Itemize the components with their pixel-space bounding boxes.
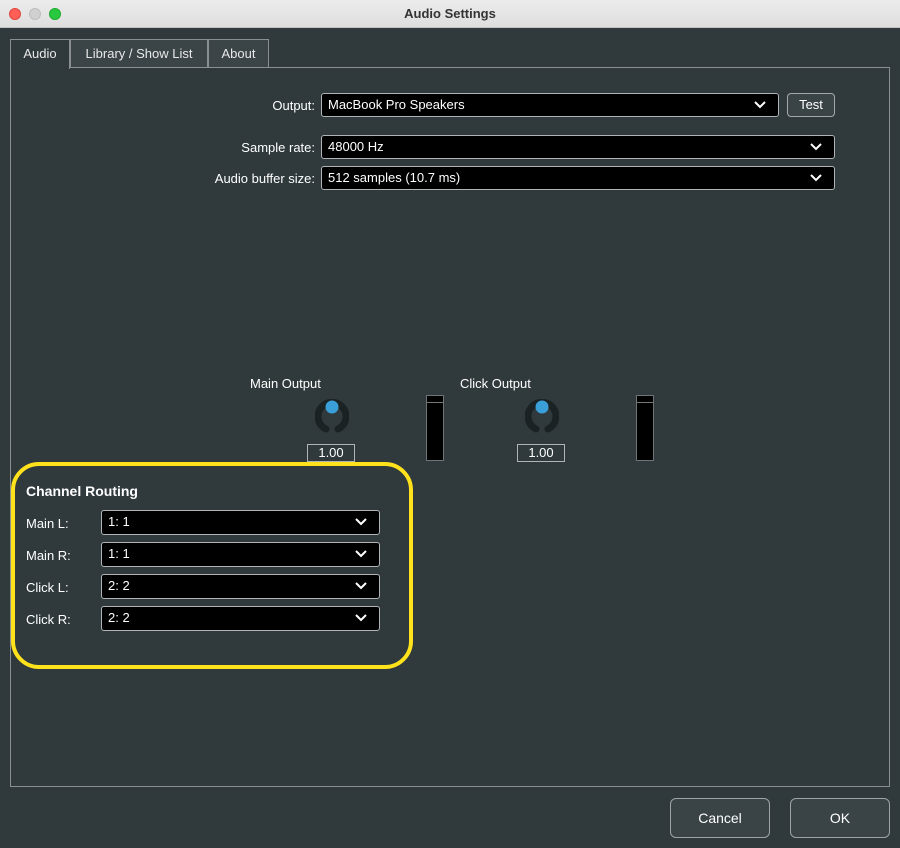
main-l-channel-value: 1: 1 (108, 514, 130, 529)
main-l-channel-select[interactable]: 1: 1 (101, 510, 380, 535)
main-r-channel-select[interactable]: 1: 1 (101, 542, 380, 567)
tab-about[interactable]: About (208, 39, 269, 68)
chevron-down-icon (355, 518, 367, 526)
output-device-value: MacBook Pro Speakers (328, 97, 465, 112)
click-r-channel-value: 2: 2 (108, 610, 130, 625)
click-output-level-meter (636, 395, 654, 461)
main-output-volume-knob[interactable] (315, 399, 349, 433)
chevron-down-icon (355, 582, 367, 590)
buffer-size-select[interactable]: 512 samples (10.7 ms) (321, 166, 835, 190)
window-titlebar: Audio Settings (0, 0, 900, 28)
test-button[interactable]: Test (787, 93, 835, 117)
cancel-button[interactable]: Cancel (670, 798, 770, 838)
click-l-channel-select[interactable]: 2: 2 (101, 574, 380, 599)
main-output-gain-value[interactable]: 1.00 (307, 444, 355, 462)
sample-rate-value: 48000 Hz (328, 139, 384, 154)
click-l-label: Click L: (26, 580, 69, 595)
main-r-label: Main R: (26, 548, 71, 563)
buffer-size-value: 512 samples (10.7 ms) (328, 170, 461, 185)
buffer-size-label: Audio buffer size: (214, 171, 315, 186)
main-output-level-meter (426, 395, 444, 461)
tab-audio[interactable]: Audio (10, 39, 70, 69)
click-r-label: Click R: (26, 612, 71, 627)
sample-rate-label: Sample rate: (241, 140, 315, 155)
window-title: Audio Settings (404, 6, 496, 21)
main-r-channel-value: 1: 1 (108, 546, 130, 561)
channel-routing-title: Channel Routing (26, 483, 138, 499)
tab-library-show-list[interactable]: Library / Show List (70, 39, 208, 68)
output-device-select[interactable]: MacBook Pro Speakers (321, 93, 779, 117)
click-output-label: Click Output (460, 376, 531, 391)
ok-button[interactable]: OK (790, 798, 890, 838)
chevron-down-icon (754, 101, 766, 109)
chevron-down-icon (810, 143, 822, 151)
main-l-label: Main L: (26, 516, 69, 531)
chevron-down-icon (355, 550, 367, 558)
click-l-channel-value: 2: 2 (108, 578, 130, 593)
chevron-down-icon (810, 174, 822, 182)
sample-rate-select[interactable]: 48000 Hz (321, 135, 835, 159)
click-r-channel-select[interactable]: 2: 2 (101, 606, 380, 631)
main-output-label: Main Output (250, 376, 321, 391)
chevron-down-icon (355, 614, 367, 622)
click-output-gain-value[interactable]: 1.00 (517, 444, 565, 462)
output-label: Output: (272, 98, 315, 113)
click-output-volume-knob[interactable] (525, 399, 559, 433)
